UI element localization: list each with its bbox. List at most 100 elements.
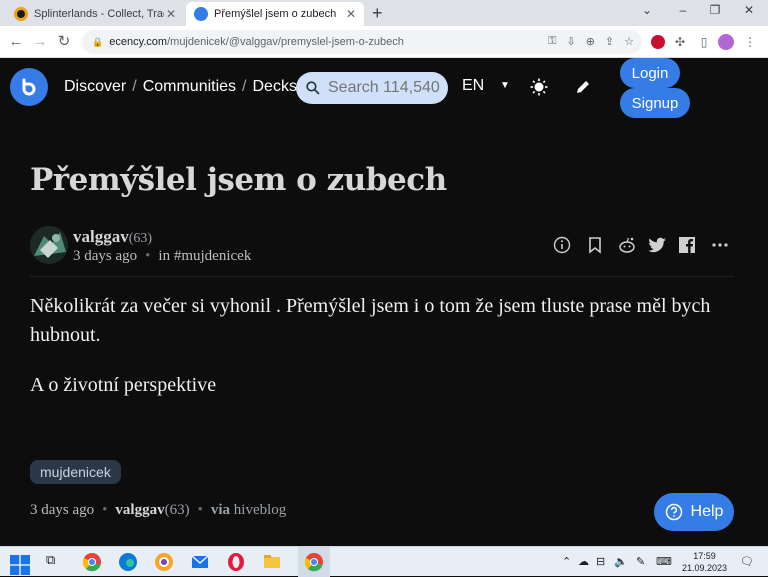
via-app: hiveblog — [233, 502, 287, 518]
author-avatar[interactable] — [30, 226, 68, 264]
post-paragraph: Několikrát za večer si vyhonil . Přemýšl… — [30, 295, 711, 346]
windows-start-icon[interactable] — [10, 555, 30, 575]
post-time: 3 days ago — [73, 248, 138, 264]
theme-toggle-icon[interactable] — [530, 78, 548, 96]
forward-arrow-icon[interactable]: → — [30, 32, 50, 52]
caret-down-icon[interactable]: ▼ — [500, 80, 510, 91]
close-tab-icon[interactable]: ✕ — [164, 7, 178, 21]
weather-cloud-icon[interactable]: ☁ — [578, 555, 589, 568]
reddit-icon[interactable] — [617, 236, 637, 254]
search-input[interactable] — [328, 79, 448, 97]
browser-tab-bar: Splinterlands - Collect, Trade, Bat ✕ Př… — [0, 0, 768, 26]
pen-icon[interactable]: ✎ — [636, 555, 645, 568]
lock-icon: 🔒 — [92, 36, 104, 47]
splinterlands-favicon-icon — [14, 7, 28, 21]
task-view-icon[interactable]: ⧉ — [46, 552, 66, 572]
address-bar[interactable]: 🔒 ecency.com/mujdenicek/@valggav/premysl… — [82, 30, 642, 54]
divider — [30, 276, 734, 277]
close-tab-icon[interactable]: ✕ — [344, 7, 358, 21]
chrome-active-icon — [304, 553, 323, 572]
search-icon — [306, 81, 320, 95]
minimize-button[interactable]: – — [668, 3, 698, 17]
ecency-logo-icon[interactable] — [10, 68, 48, 106]
signup-button[interactable]: Signup — [620, 88, 690, 118]
browser-toolbar: ← → ↻ 🔒 ecency.com/mujdenicek/@valggav/p… — [0, 26, 768, 58]
more-options-icon[interactable] — [712, 242, 728, 248]
reload-icon[interactable]: ↻ — [54, 32, 74, 52]
post-meta: 3 days ago • in #mujdenicek — [73, 248, 251, 265]
opera-icon[interactable] — [226, 552, 246, 572]
menu-kebab-icon[interactable]: ⋮ — [740, 32, 760, 52]
clock-date: 21.09.2023 — [682, 563, 728, 573]
profile-avatar-icon[interactable] — [716, 32, 736, 52]
taskbar-active-app[interactable] — [298, 547, 330, 577]
ecency-favicon-icon — [194, 7, 208, 21]
tab-search-icon[interactable]: ⌄ — [632, 3, 662, 17]
post-footer-meta: 3 days ago • valggav(63) • via hiveblog — [30, 502, 286, 519]
clock-time: 17:59 — [693, 551, 716, 561]
zoom-icon[interactable]: ⊕ — [586, 35, 595, 48]
browser-tab-active[interactable]: Přemýšlel jsem o zubech ✕ — [186, 2, 364, 26]
page-title: Přemýšlel jsem o zubech — [30, 162, 447, 198]
post-paragraph: A o životní perspektive — [30, 374, 217, 396]
tab-title: Přemýšlel jsem o zubech — [214, 8, 337, 20]
meta-separator: • — [102, 502, 108, 518]
pencil-icon[interactable] — [574, 78, 592, 96]
windows-taskbar: ⧉ ⌃ ☁ ⊟ 🔈 ✎ ⌨ 17:59 21.09.2023 🗨 — [0, 546, 768, 577]
extension-opera-icon[interactable] — [648, 32, 668, 52]
url-path: /mujdenicek/@valggav/premyslel-jsem-o-zu… — [167, 36, 404, 48]
tray-overflow-icon[interactable]: ⌃ — [562, 555, 571, 568]
close-window-button[interactable]: ✕ — [734, 3, 764, 17]
keyboard-icon[interactable]: ⌨ — [656, 555, 672, 568]
browser-tab-splinterlands[interactable]: Splinterlands - Collect, Trade, Bat ✕ — [6, 2, 184, 26]
back-arrow-icon[interactable]: ← — [6, 32, 26, 52]
help-button[interactable]: Help — [654, 493, 734, 531]
share-icon[interactable]: ⇪ — [605, 35, 614, 48]
chrome-icon[interactable] — [82, 552, 102, 572]
side-panel-icon[interactable]: ▯ — [694, 32, 714, 52]
url-host: ecency.com — [109, 36, 168, 48]
language-selector[interactable]: EN — [462, 77, 484, 95]
key-icon[interactable]: ⚿ — [548, 35, 556, 48]
file-explorer-icon[interactable] — [262, 552, 282, 572]
footer-reputation: (63) — [164, 502, 190, 518]
author-name[interactable]: valggav — [73, 227, 129, 246]
nav-discover[interactable]: Discover — [64, 78, 126, 95]
brave-icon[interactable] — [154, 552, 174, 572]
twitter-icon[interactable] — [647, 236, 667, 254]
help-question-icon — [665, 503, 682, 521]
tab-title: Splinterlands - Collect, Trade, Bat — [34, 8, 164, 20]
notifications-icon[interactable]: 🗨 — [740, 555, 754, 568]
edge-icon[interactable] — [118, 552, 138, 572]
info-icon[interactable] — [553, 236, 571, 254]
tag-chip[interactable]: mujdenicek — [30, 460, 121, 484]
breadcrumb: Discover / Communities / Decks — [64, 78, 297, 96]
community-prefix: in — [158, 248, 171, 264]
author-name-row: valggav(63) — [73, 227, 152, 247]
volume-icon[interactable]: 🔈 — [614, 555, 628, 568]
system-clock[interactable]: 17:59 21.09.2023 — [682, 550, 727, 574]
mail-icon[interactable] — [190, 552, 210, 572]
breadcrumb-separator: / — [242, 78, 247, 95]
bookmark-icon[interactable] — [586, 236, 604, 254]
nav-communities[interactable]: Communities — [143, 78, 236, 95]
community-link[interactable]: #mujdenicek — [174, 248, 251, 264]
help-label: Help — [690, 503, 724, 520]
search-box[interactable] — [296, 72, 448, 104]
author-reputation: (63) — [128, 231, 153, 246]
extensions-puzzle-icon[interactable]: ✣ — [670, 32, 690, 52]
install-icon[interactable]: ⇩ — [566, 35, 575, 48]
meta-separator: • — [145, 248, 151, 264]
footer-author[interactable]: valggav — [115, 502, 164, 518]
facebook-icon[interactable] — [678, 236, 696, 254]
via-label: via — [210, 502, 231, 518]
network-icon[interactable]: ⊟ — [596, 555, 605, 568]
bookmark-star-icon[interactable]: ☆ — [624, 35, 634, 48]
footer-time: 3 days ago — [30, 502, 95, 518]
nav-decks[interactable]: Decks — [253, 78, 297, 95]
new-tab-button[interactable]: + — [372, 3, 383, 24]
login-button[interactable]: Login — [620, 58, 680, 88]
meta-separator: • — [197, 502, 203, 518]
ecency-logo-glyph-icon — [22, 78, 36, 96]
maximize-button[interactable]: ❐ — [700, 3, 730, 17]
